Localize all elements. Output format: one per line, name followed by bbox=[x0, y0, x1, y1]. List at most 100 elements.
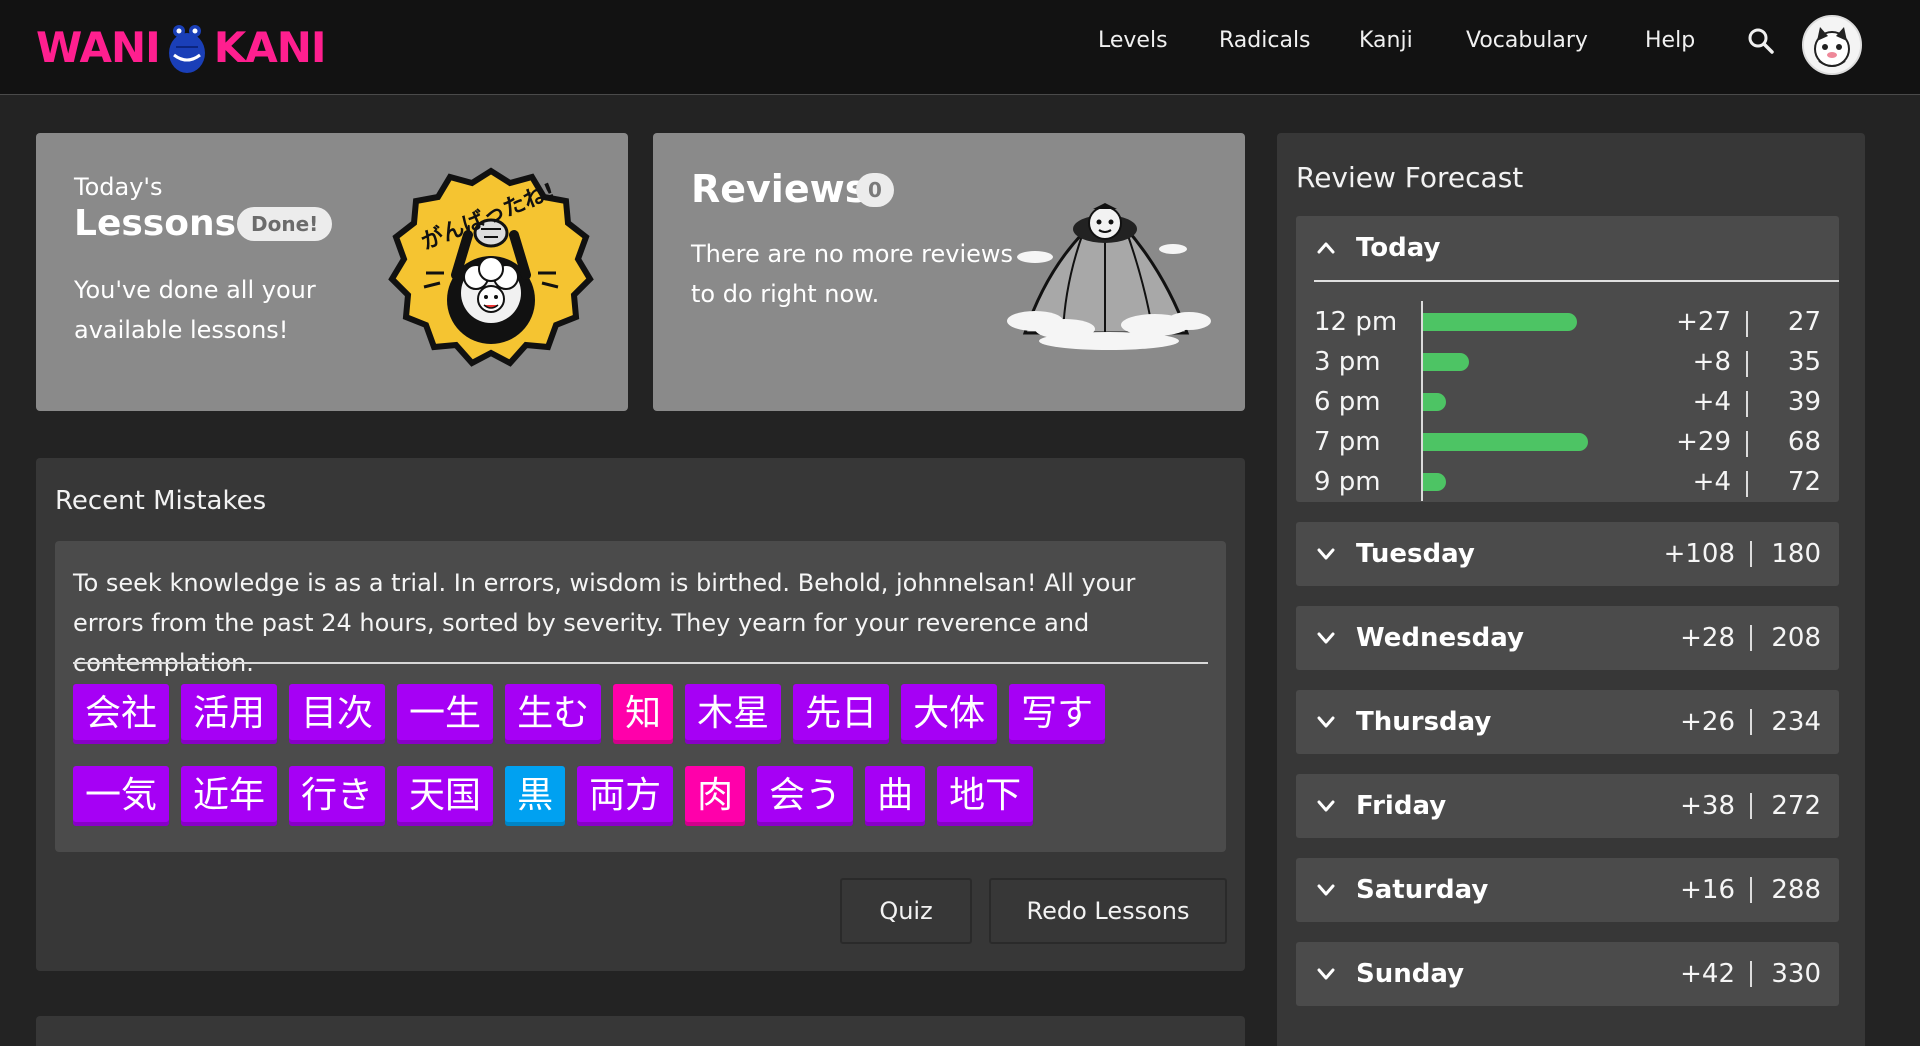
reviews-count-badge: 0 bbox=[856, 173, 894, 207]
divider bbox=[1750, 625, 1752, 651]
mistake-tile-vocabulary[interactable]: 生む bbox=[505, 684, 602, 744]
forecast-cumulative: 288 bbox=[1771, 875, 1821, 905]
mountain-turtle-illustration bbox=[1007, 203, 1211, 350]
mistake-tile-vocabulary[interactable]: 木星 bbox=[685, 684, 782, 744]
mistake-tile-vocabulary[interactable]: 天国 bbox=[397, 766, 494, 826]
mistake-tile-vocabulary[interactable]: 地下 bbox=[937, 766, 1034, 826]
lessons-kicker: Today's bbox=[74, 173, 163, 201]
next-panel-partial bbox=[36, 1016, 1245, 1046]
chevron-down-icon bbox=[1317, 632, 1335, 644]
forecast-increment: +42 bbox=[1680, 959, 1735, 989]
forecast-hour-row: 12 pm +27 27 bbox=[1314, 301, 1821, 341]
forecast-today-section: Today 12 pm +27 27 3 pm +8 35 6 pm +4 39 7 pm +29 6… bbox=[1296, 216, 1839, 502]
divider bbox=[1746, 431, 1748, 457]
forecast-day-header: Saturday bbox=[1296, 858, 1839, 922]
logo-text-left: WANI bbox=[36, 22, 161, 72]
divider bbox=[1314, 280, 1839, 282]
mistake-tile-vocabulary[interactable]: 目次 bbox=[289, 684, 386, 744]
forecast-cumulative: 208 bbox=[1771, 623, 1821, 653]
nav-radicals[interactable]: Radicals bbox=[1219, 28, 1311, 53]
search-icon[interactable] bbox=[1747, 27, 1775, 55]
forecast-hour-label: 6 pm bbox=[1314, 387, 1381, 417]
forecast-increment: +29 bbox=[1676, 427, 1731, 457]
forecast-increment: +26 bbox=[1680, 707, 1735, 737]
forecast-day-tuesday[interactable]: Tuesday +108 180 bbox=[1296, 522, 1839, 586]
forecast-hour-row: 3 pm +8 35 bbox=[1314, 341, 1821, 381]
forecast-increment: +4 bbox=[1692, 467, 1731, 497]
recent-mistakes-description: To seek knowledge is as a trial. In erro… bbox=[73, 569, 1136, 677]
nav-kanji[interactable]: Kanji bbox=[1359, 28, 1413, 53]
mistake-tile-vocabulary[interactable]: 曲 bbox=[865, 766, 926, 826]
mistake-tile-vocabulary[interactable]: 写す bbox=[1009, 684, 1106, 744]
forecast-hour-label: 9 pm bbox=[1314, 467, 1381, 497]
forecast-day-header: Friday bbox=[1296, 774, 1839, 838]
mistake-tile-vocabulary[interactable]: 一生 bbox=[397, 684, 494, 744]
forecast-cumulative: 68 bbox=[1787, 427, 1821, 457]
mistake-tile-radical[interactable]: 黒 bbox=[505, 766, 566, 826]
crabigator-logo-icon bbox=[168, 25, 205, 73]
divider bbox=[1750, 541, 1752, 567]
mistake-tile-kanji[interactable]: 肉 bbox=[685, 766, 746, 826]
forecast-increment: +4 bbox=[1692, 387, 1731, 417]
forecast-day-header: Tuesday bbox=[1296, 522, 1839, 586]
forecast-day-sunday[interactable]: Sunday +42 330 bbox=[1296, 942, 1839, 1006]
quiz-button[interactable]: Quiz bbox=[840, 878, 972, 944]
forecast-increment: +38 bbox=[1680, 791, 1735, 821]
chevron-down-icon bbox=[1317, 716, 1335, 728]
forecast-cumulative: 330 bbox=[1771, 959, 1821, 989]
lessons-message: You've done all your available lessons! bbox=[74, 276, 316, 344]
mistake-tile-vocabulary[interactable]: 近年 bbox=[181, 766, 278, 826]
forecast-cumulative: 180 bbox=[1771, 539, 1821, 569]
forecast-bar bbox=[1423, 313, 1577, 331]
forecast-cumulative: 72 bbox=[1787, 467, 1821, 497]
forecast-today-label: Today bbox=[1356, 233, 1441, 263]
forecast-cumulative: 234 bbox=[1771, 707, 1821, 737]
top-navigation-bar: WANI KANI Levels Radicals Kanji Vocabula… bbox=[0, 0, 1920, 95]
mistake-tile-vocabulary[interactable]: 大体 bbox=[901, 684, 998, 744]
forecast-day-saturday[interactable]: Saturday +16 288 bbox=[1296, 858, 1839, 922]
nav-help[interactable]: Help bbox=[1645, 28, 1695, 53]
forecast-hour-row: 9 pm +4 72 bbox=[1314, 461, 1821, 501]
divider bbox=[1746, 311, 1748, 337]
mistake-tile-vocabulary[interactable]: 先日 bbox=[793, 684, 890, 744]
reviews-title: Reviews bbox=[691, 167, 868, 211]
forecast-day-label: Thursday bbox=[1356, 707, 1492, 737]
mistake-tile-vocabulary[interactable]: 会社 bbox=[73, 684, 170, 744]
forecast-increment: +108 bbox=[1663, 539, 1735, 569]
forecast-day-header: Thursday bbox=[1296, 690, 1839, 754]
mistake-tile-vocabulary[interactable]: 活用 bbox=[181, 684, 278, 744]
wanikani-logo[interactable]: WANI KANI bbox=[36, 19, 327, 75]
mistake-tile-vocabulary[interactable]: 一気 bbox=[73, 766, 170, 826]
forecast-bar bbox=[1423, 393, 1446, 411]
forecast-cumulative: 35 bbox=[1787, 347, 1821, 377]
divider bbox=[73, 662, 1208, 664]
forecast-hour-row: 7 pm +29 68 bbox=[1314, 421, 1821, 461]
forecast-day-friday[interactable]: Friday +38 272 bbox=[1296, 774, 1839, 838]
user-avatar[interactable] bbox=[1802, 15, 1862, 75]
reviews-message: There are no more reviews to do right no… bbox=[691, 240, 1014, 308]
forecast-hour-label: 12 pm bbox=[1314, 307, 1398, 337]
nav-vocabulary[interactable]: Vocabulary bbox=[1466, 28, 1588, 53]
reviews-card[interactable]: Reviews 0 There are no more reviews to d… bbox=[653, 133, 1245, 411]
lessons-card[interactable]: Today's Lessons Done! You've done all yo… bbox=[36, 133, 628, 411]
forecast-day-label: Friday bbox=[1356, 791, 1447, 821]
forecast-day-wednesday[interactable]: Wednesday +28 208 bbox=[1296, 606, 1839, 670]
forecast-day-label: Wednesday bbox=[1356, 623, 1524, 653]
mistake-tile-vocabulary[interactable]: 両方 bbox=[577, 766, 674, 826]
mistake-tile-kanji[interactable]: 知 bbox=[613, 684, 674, 744]
mistake-tile-vocabulary[interactable]: 行き bbox=[289, 766, 386, 826]
forecast-cumulative: 272 bbox=[1771, 791, 1821, 821]
nav-levels[interactable]: Levels bbox=[1098, 28, 1168, 53]
recent-mistakes-panel: Recent Mistakes To seek knowledge is as … bbox=[36, 458, 1245, 971]
mistake-tile-vocabulary[interactable]: 会う bbox=[757, 766, 854, 826]
redo-lessons-button[interactable]: Redo Lessons bbox=[989, 878, 1227, 944]
forecast-day-thursday[interactable]: Thursday +26 234 bbox=[1296, 690, 1839, 754]
divider bbox=[1750, 793, 1752, 819]
forecast-day-label: Tuesday bbox=[1356, 539, 1475, 569]
forecast-today-toggle[interactable]: Today bbox=[1296, 216, 1839, 280]
divider bbox=[1750, 877, 1752, 903]
forecast-hour-label: 7 pm bbox=[1314, 427, 1381, 457]
mistake-tiles-row-1: 会社 活用 目次 一生 生む知木星 先日 大体 写す bbox=[73, 684, 1106, 744]
mistake-tiles-row-2: 一気 近年 行き 天国黒両方肉会う曲地下 bbox=[73, 766, 1034, 826]
logo-text-right: KANI bbox=[213, 22, 327, 72]
